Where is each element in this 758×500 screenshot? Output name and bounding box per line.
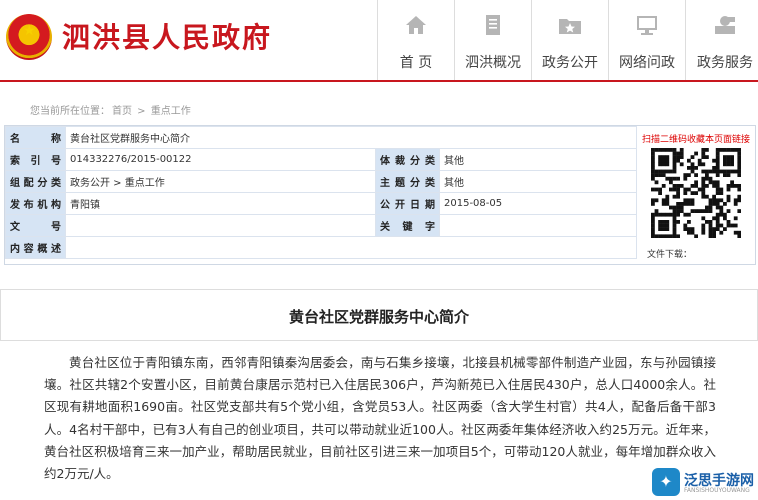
table-row: 发布机构 青阳镇 公开日期 2015-08-05 — [5, 192, 637, 215]
qr-collect-link[interactable]: 扫描二维码收藏本页面链接 — [639, 132, 753, 145]
site-header: ★ 泗洪县人民政府 首 页 泗洪概况 政务公开 网络问政 政务服务 — [0, 0, 758, 80]
org-category-value: 政务公开 > 重点工作 — [65, 170, 376, 193]
nav-gov-service[interactable]: 政务服务 — [685, 0, 758, 80]
name-value: 黄台社区党群服务中心简介 — [65, 126, 637, 149]
table-row: 内容概述 — [5, 236, 637, 259]
nav-gov-affairs[interactable]: 政务公开 — [531, 0, 608, 80]
breadcrumb-prefix: 您当前所在位置： — [30, 106, 110, 117]
article-title: 黄台社区党群服务中心简介 — [288, 308, 469, 326]
nav-label: 首 页 — [399, 55, 433, 71]
genre-label: 体裁分类 — [375, 148, 440, 171]
table-row: 组配分类 政务公开 > 重点工作 主题分类 其他 — [5, 170, 637, 193]
article-body: 黄台社区位于青阳镇东南，西邻青阳镇秦沟居委会，南与石集乡接壤，北接县机械零部件制… — [44, 355, 716, 482]
article-title-box: 黄台社区党群服务中心简介 — [0, 289, 758, 341]
publish-date-label: 公开日期 — [375, 192, 440, 215]
metadata-table: 名 称 黄台社区党群服务中心简介 索 引 号 014332276/2015-00… — [5, 126, 637, 259]
national-emblem-icon: ★ — [6, 14, 52, 60]
nav-label: 泗洪概况 — [465, 55, 521, 71]
document-icon — [455, 10, 531, 40]
nav-label: 政务服务 — [697, 55, 753, 71]
folder-star-icon — [532, 10, 608, 40]
qr-code-image — [651, 148, 741, 238]
publisher-label: 发布机构 — [5, 192, 66, 215]
watermark-logo-icon: ✦ — [652, 468, 680, 496]
nav-overview[interactable]: 泗洪概况 — [454, 0, 531, 80]
breadcrumb-separator: > — [134, 106, 149, 117]
qr-code-panel: 扫描二维码收藏本页面链接 文件下载： — [639, 130, 753, 260]
doc-number-label: 文 号 — [5, 214, 66, 237]
summary-value — [65, 236, 637, 259]
table-row: 名 称 黄台社区党群服务中心简介 — [5, 126, 637, 149]
topic-value: 其他 — [439, 170, 637, 193]
watermark-subtext: FANSISHOUYOUWANG — [684, 487, 750, 494]
nav-online-inquiry[interactable]: 网络问政 — [608, 0, 685, 80]
nav-home[interactable]: 首 页 — [377, 0, 454, 80]
service-person-icon — [686, 10, 758, 40]
header-divider — [0, 80, 758, 82]
genre-value: 其他 — [439, 148, 637, 171]
table-row: 文 号 关 键 字 — [5, 214, 637, 237]
publisher-value: 青阳镇 — [65, 192, 376, 215]
publish-date-value: 2015-08-05 — [439, 192, 637, 215]
keyword-label: 关 键 字 — [375, 214, 440, 237]
document-info-panel: 名 称 黄台社区党群服务中心简介 索 引 号 014332276/2015-00… — [4, 125, 756, 265]
breadcrumb: 您当前所在位置： 首页 > 重点工作 — [30, 102, 193, 117]
main-nav: 首 页 泗洪概况 政务公开 网络问政 政务服务 — [377, 0, 758, 80]
nav-label: 政务公开 — [542, 55, 598, 71]
index-label: 索 引 号 — [5, 148, 66, 171]
name-label: 名 称 — [5, 126, 66, 149]
home-icon — [378, 10, 454, 40]
monitor-icon — [609, 10, 685, 40]
breadcrumb-home-link[interactable]: 首页 — [112, 106, 132, 117]
topic-label: 主题分类 — [375, 170, 440, 193]
file-download-label[interactable]: 文件下载： — [647, 247, 692, 260]
index-value: 014332276/2015-00122 — [65, 148, 376, 171]
watermark: ✦ 泛思手游网 FANSISHOUYOUWANG — [652, 466, 756, 498]
keyword-value — [439, 214, 637, 237]
nav-label: 网络问政 — [619, 55, 675, 71]
doc-number-value — [65, 214, 376, 237]
org-category-label: 组配分类 — [5, 170, 66, 193]
table-row: 索 引 号 014332276/2015-00122 体裁分类 其他 — [5, 148, 637, 171]
site-title[interactable]: 泗洪县人民政府 — [62, 16, 272, 56]
summary-label: 内容概述 — [5, 236, 66, 259]
breadcrumb-current-link[interactable]: 重点工作 — [151, 106, 191, 117]
